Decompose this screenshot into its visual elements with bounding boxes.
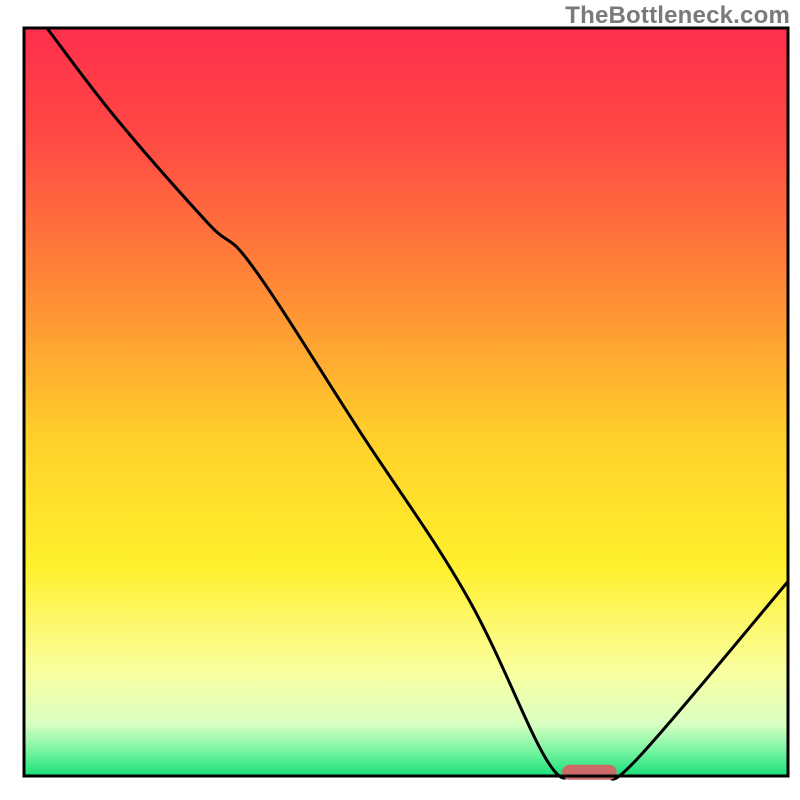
bottleneck-chart xyxy=(0,0,800,800)
plot-area xyxy=(24,28,788,776)
chart-container: { "watermark": "TheBottleneck.com", "col… xyxy=(0,0,800,800)
watermark-text: TheBottleneck.com xyxy=(565,2,790,30)
